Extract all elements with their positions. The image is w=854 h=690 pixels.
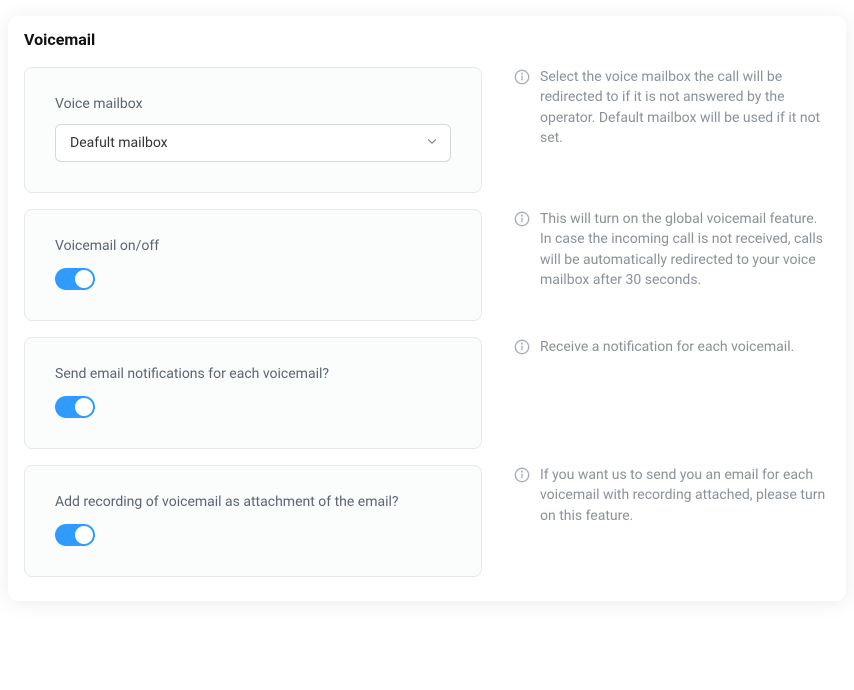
toggle-knob (75, 270, 93, 288)
setting-row-attachment: Add recording of voicemail as attachment… (24, 465, 830, 577)
card-recording-attachment: Add recording of voicemail as attachment… (24, 465, 482, 577)
info-text-onoff: This will turn on the global voicemail f… (540, 209, 830, 321)
toggle-voicemail-onoff[interactable] (55, 268, 95, 290)
info-email-notifications: Receive a notification for each voicemai… (514, 337, 830, 449)
info-icon (514, 467, 530, 483)
voicemail-settings-panel: Voicemail Voice mailbox Deafult mailbox … (8, 16, 846, 601)
setting-row-mailbox: Voice mailbox Deafult mailbox Select the… (24, 67, 830, 193)
card-voicemail-onoff: Voicemail on/off (24, 209, 482, 321)
select-voice-mailbox-text: Deafult mailbox (70, 135, 168, 151)
label-voicemail-onoff: Voicemail on/off (55, 238, 451, 254)
label-recording-attachment: Add recording of voicemail as attachment… (55, 494, 451, 510)
info-text-email: Receive a notification for each voicemai… (540, 337, 794, 449)
info-icon (514, 211, 530, 227)
info-icon (514, 339, 530, 355)
select-voice-mailbox-value[interactable]: Deafult mailbox (55, 124, 451, 162)
card-email-notifications: Send email notifications for each voicem… (24, 337, 482, 449)
label-voice-mailbox: Voice mailbox (55, 96, 451, 112)
info-voice-mailbox: Select the voice mailbox the call will b… (514, 67, 830, 193)
toggle-email-notifications[interactable] (55, 396, 95, 418)
info-text-mailbox: Select the voice mailbox the call will b… (540, 67, 830, 193)
info-voicemail-onoff: This will turn on the global voicemail f… (514, 209, 830, 321)
info-recording-attachment: If you want us to send you an email for … (514, 465, 830, 577)
toggle-knob (75, 398, 93, 416)
setting-row-onoff: Voicemail on/off This will turn on the g… (24, 209, 830, 321)
page-title: Voicemail (24, 30, 830, 49)
card-voice-mailbox: Voice mailbox Deafult mailbox (24, 67, 482, 193)
setting-row-email: Send email notifications for each voicem… (24, 337, 830, 449)
info-icon (514, 69, 530, 85)
label-email-notifications: Send email notifications for each voicem… (55, 366, 451, 382)
toggle-recording-attachment[interactable] (55, 524, 95, 546)
select-voice-mailbox[interactable]: Deafult mailbox (55, 124, 451, 162)
toggle-knob (75, 526, 93, 544)
info-text-attachment: If you want us to send you an email for … (540, 465, 830, 577)
